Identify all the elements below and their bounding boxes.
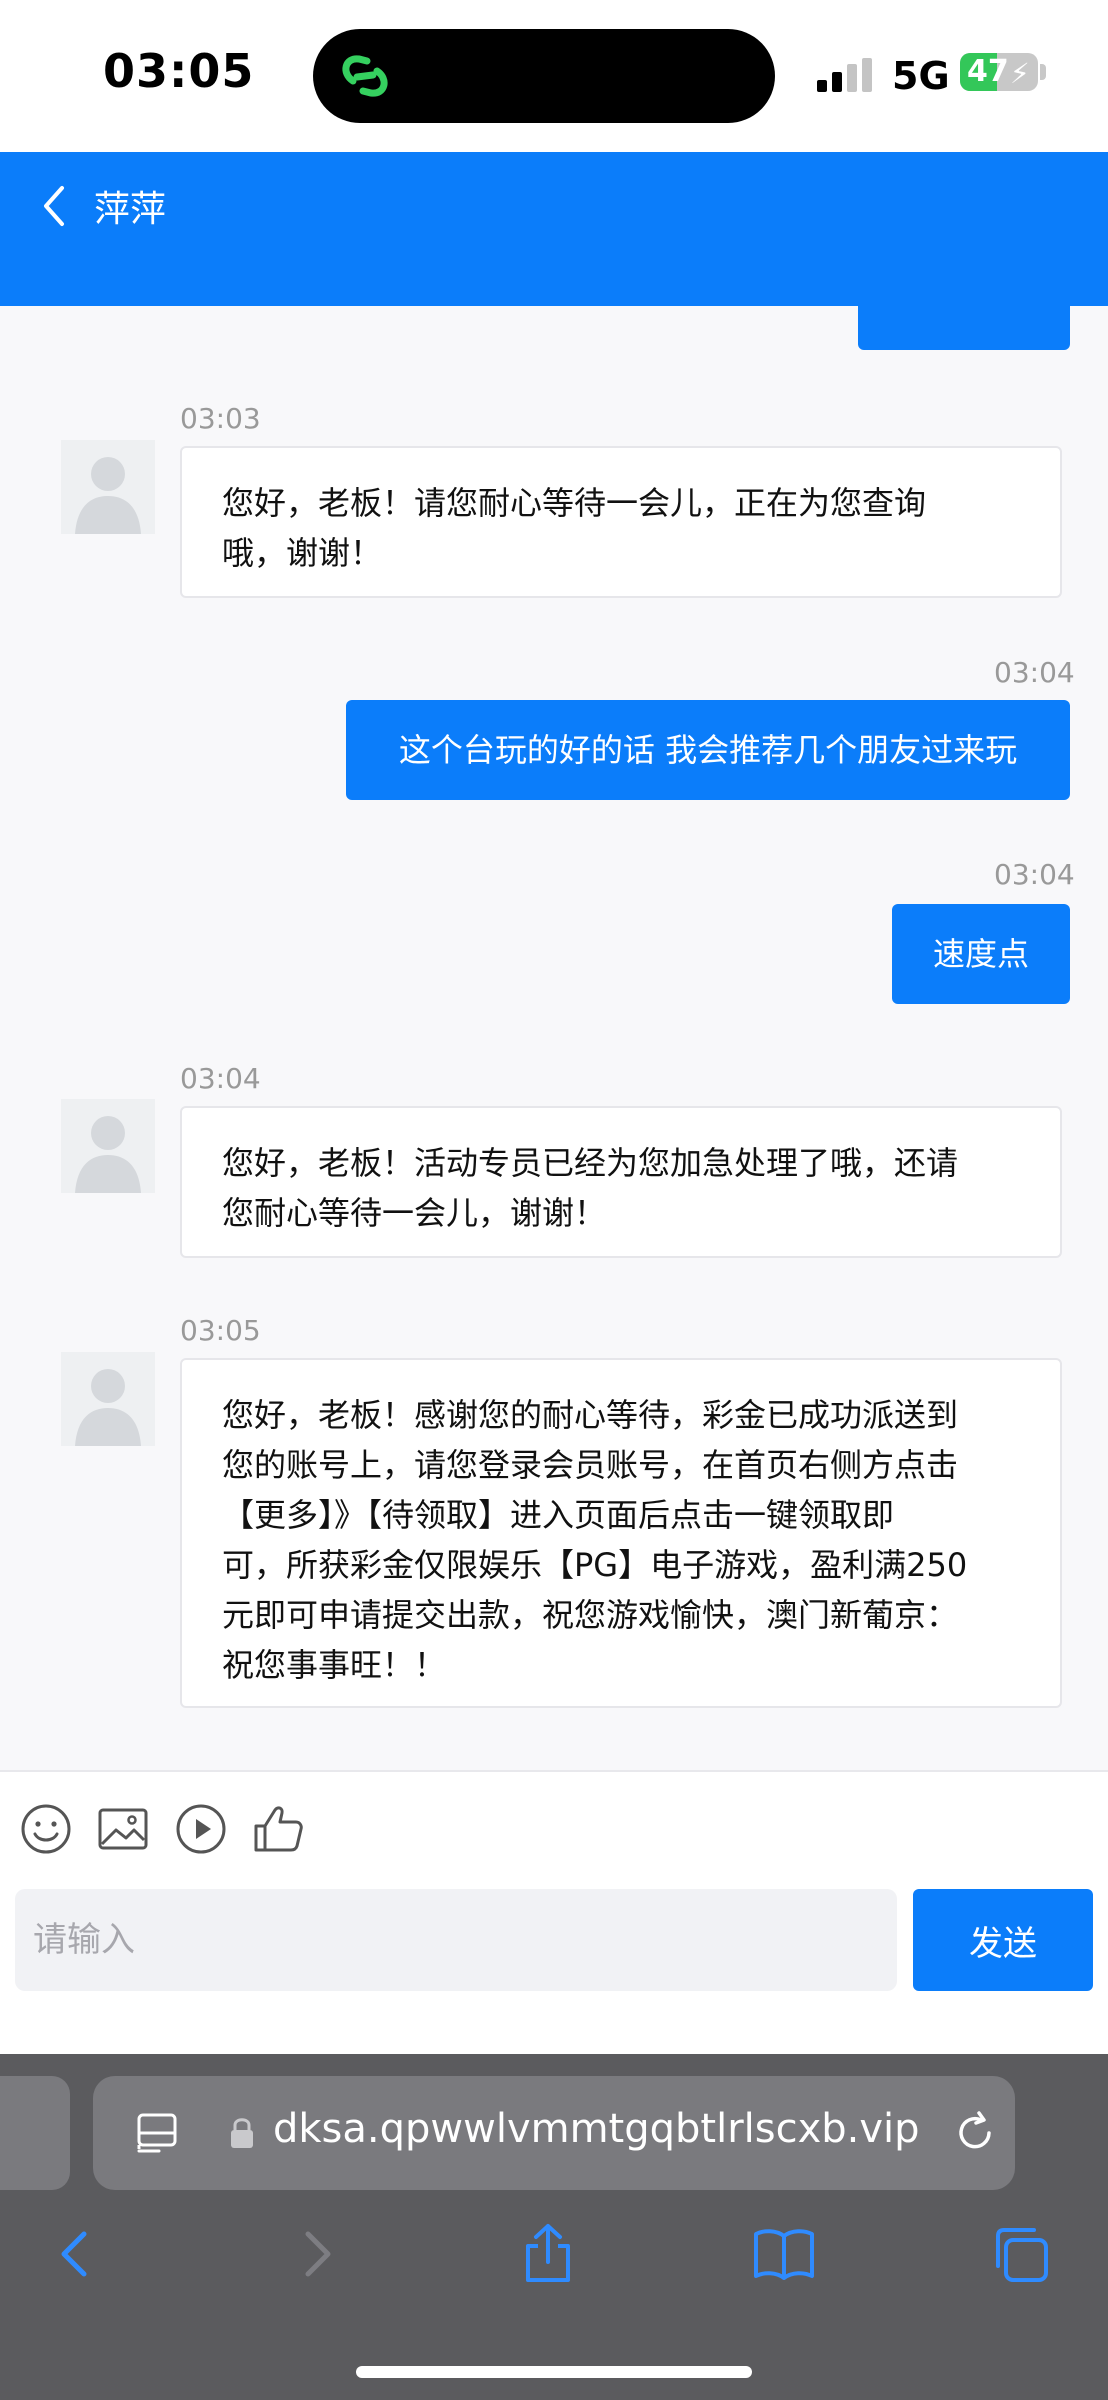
message-input[interactable] — [15, 1889, 897, 1991]
outgoing-message: 速度点 — [892, 904, 1070, 1004]
avatar — [61, 440, 155, 534]
message-time: 03:05 — [180, 1314, 261, 1347]
tabs-icon[interactable] — [988, 2222, 1052, 2286]
browser-toolbar: dksa.qpwwlvmmtgqbtlrlscxb.vip — [0, 2054, 1108, 2400]
message-time: 03:04 — [994, 656, 1075, 689]
contact-name: 萍萍 — [94, 189, 167, 230]
avatar-placeholder-icon — [75, 1369, 141, 1446]
message-text: 您好，老板！感谢您的耐心等待，彩金已成功派送到 您的账号上，请您登录会员账号，在… — [222, 1396, 968, 1684]
back-icon[interactable] — [44, 2222, 108, 2286]
forward-icon[interactable] — [284, 2222, 348, 2286]
address-bar[interactable]: dksa.qpwwlvmmtgqbtlrlscxb.vip — [93, 2076, 1015, 2190]
url-text: dksa.qpwwlvmmtgqbtlrlscxb.vip — [273, 2106, 920, 2152]
incoming-message: 您好，老板！感谢您的耐心等待，彩金已成功派送到 您的账号上，请您登录会员账号，在… — [180, 1358, 1062, 1708]
bookmarks-icon[interactable] — [752, 2222, 816, 2286]
chat-page: 03:05 5G 47 ⚡ 萍萍 03:03 您好，老板！请您耐心等待一会儿，正… — [0, 0, 1108, 2400]
message-time: 03:03 — [180, 402, 261, 435]
battery-tip — [1040, 64, 1046, 80]
status-time: 03:05 — [103, 44, 255, 98]
signal-icon — [817, 58, 872, 92]
thumbs-up-icon[interactable] — [252, 1802, 306, 1856]
share-icon[interactable] — [516, 2222, 580, 2286]
lock-icon — [231, 2118, 253, 2148]
message-text: 这个台玩的好的话 我会推荐几个朋友过来玩 — [398, 731, 1018, 769]
avatar-placeholder-icon — [75, 1116, 141, 1193]
message-text: 您好，老板！活动专员已经为您加急处理了哦，还请 您耐心等待一会儿，谢谢！ — [222, 1144, 959, 1232]
send-button[interactable]: 发送 — [913, 1889, 1093, 1991]
charging-bolt-icon: ⚡ — [1010, 57, 1030, 90]
avatar-placeholder-icon — [75, 457, 141, 534]
message-time: 03:04 — [180, 1062, 261, 1095]
avatar — [61, 1099, 155, 1193]
incoming-message: 您好，老板！请您耐心等待一会儿，正在为您查询 哦，谢谢！ — [180, 446, 1062, 598]
video-icon[interactable] — [174, 1802, 228, 1856]
emoji-icon[interactable] — [19, 1802, 73, 1856]
partial-outgoing-bubble — [858, 306, 1070, 350]
chat-header: 萍萍 — [0, 152, 1108, 306]
previous-tab-preview[interactable] — [0, 2076, 70, 2190]
incoming-message: 您好，老板！活动专员已经为您加急处理了哦，还请 您耐心等待一会儿，谢谢！ — [180, 1106, 1062, 1258]
avatar — [61, 1352, 155, 1446]
network-label: 5G — [892, 54, 950, 98]
image-icon[interactable] — [96, 1802, 150, 1856]
message-text: 速度点 — [932, 935, 1029, 973]
message-time: 03:04 — [994, 858, 1075, 891]
composer: 发送 — [0, 1772, 1108, 2054]
dynamic-island — [313, 29, 775, 123]
message-list[interactable]: 03:03 您好，老板！请您耐心等待一会儿，正在为您查询 哦，谢谢！ 03:04… — [0, 306, 1108, 1770]
battery-level: 47 — [967, 54, 1009, 89]
home-indicator[interactable] — [356, 2366, 752, 2378]
reader-mode-icon[interactable] — [135, 2111, 179, 2155]
outgoing-message: 这个台玩的好的话 我会推荐几个朋友过来玩 — [346, 700, 1070, 800]
battery-icon: 47 ⚡ — [960, 53, 1038, 91]
reload-icon[interactable] — [951, 2109, 999, 2157]
link-icon — [342, 55, 388, 97]
message-text: 您好，老板！请您耐心等待一会儿，正在为您查询 哦，谢谢！ — [222, 484, 927, 572]
back-chevron-icon[interactable] — [30, 178, 80, 234]
status-bar: 03:05 5G 47 ⚡ — [0, 0, 1108, 152]
